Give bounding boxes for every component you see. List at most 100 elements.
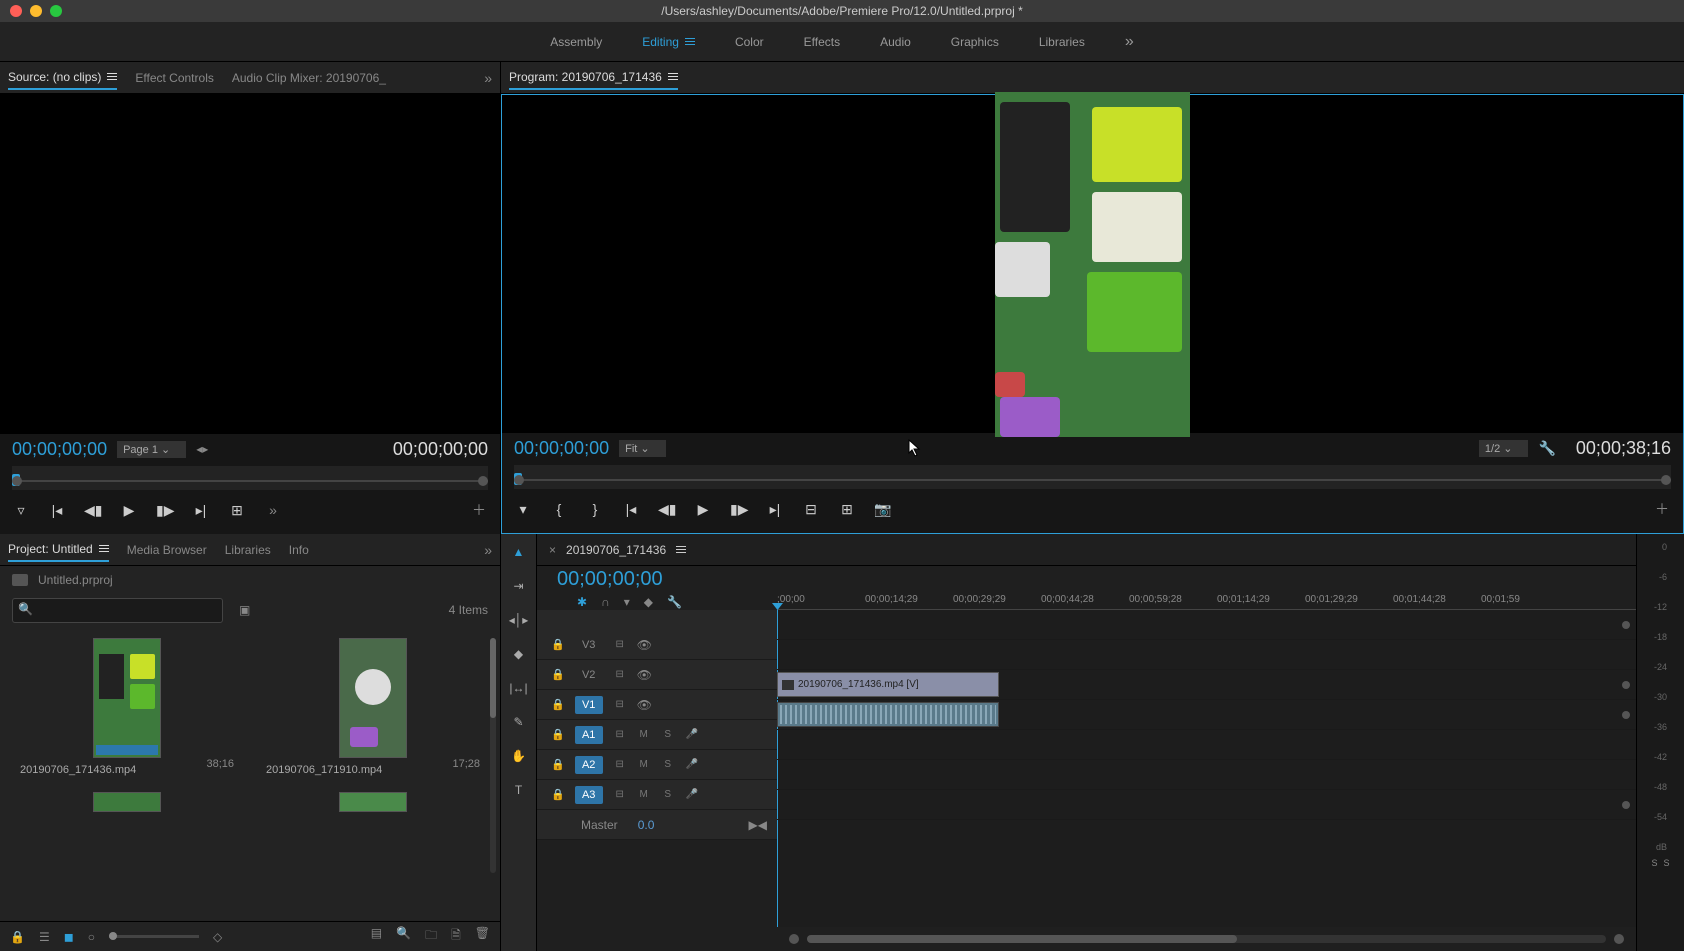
marker-icon[interactable]: ▾	[624, 595, 630, 609]
mute-icon[interactable]: M	[637, 729, 651, 740]
clip-thumbnail[interactable]: 20190706_171910.mp4 17;28	[258, 638, 488, 776]
timeline-clips-area[interactable]: 20190706_171436.mp4 [V]	[777, 610, 1636, 927]
solo-icon[interactable]: S	[661, 729, 675, 740]
snap-icon[interactable]: ✱	[577, 595, 587, 609]
track-expand-icon[interactable]	[1622, 801, 1630, 809]
program-out-timecode[interactable]: 00;00;38;16	[1576, 438, 1671, 459]
workspace-graphics[interactable]: Graphics	[951, 35, 999, 49]
sync-lock-icon[interactable]: ⊟	[613, 729, 627, 740]
workspace-editing[interactable]: Editing	[642, 35, 695, 49]
settings-icon[interactable]: 🔧	[667, 595, 682, 609]
add-marker-icon[interactable]: ◆	[644, 595, 653, 609]
panel-overflow-icon[interactable]: »	[484, 70, 492, 86]
source-zoom-select[interactable]: Page 1 ⌄	[117, 441, 186, 458]
audio-meters[interactable]: 0 -6 -12 -18 -24 -30 -36 -42 -48 -54 dB …	[1636, 534, 1684, 951]
sync-lock-icon[interactable]: ⊟	[613, 639, 627, 650]
track-name[interactable]: A2	[575, 756, 603, 774]
hand-tool-icon[interactable]: ✋	[509, 746, 529, 766]
output-icon[interactable]: ▶◀	[749, 818, 777, 832]
new-bin-icon[interactable]: 🗀	[425, 926, 437, 947]
step-back-icon[interactable]: ◀▮	[658, 501, 676, 518]
add-control-icon[interactable]: ＋	[1653, 499, 1671, 519]
clip-thumbnail[interactable]: 20190706_171436.mp4 38;16	[12, 638, 242, 776]
lock-icon[interactable]: 🔒	[551, 728, 565, 741]
track-a1-row[interactable]	[777, 700, 1636, 730]
solo-icon[interactable]: S	[661, 759, 675, 770]
icon-view-icon[interactable]: ◼	[64, 930, 74, 944]
workspace-effects[interactable]: Effects	[804, 35, 840, 49]
track-header-v1[interactable]: 🔒 V1 ⊟ 👁	[537, 690, 777, 720]
track-header-master[interactable]: Master 0.0 ▶◀	[537, 810, 777, 840]
tab-media-browser[interactable]: Media Browser	[127, 543, 207, 557]
track-name[interactable]: A3	[575, 786, 603, 804]
panel-overflow-icon[interactable]: »	[484, 542, 492, 558]
video-clip[interactable]: 20190706_171436.mp4 [V]	[777, 672, 999, 697]
track-name[interactable]: V2	[575, 666, 603, 684]
step-back-icon[interactable]: ◀▮	[84, 502, 102, 519]
track-expand-icon[interactable]	[1622, 711, 1630, 719]
list-view-icon[interactable]: ☰	[39, 930, 50, 944]
timeline-ruler[interactable]: ;00;00 00;00;14;29 00;00;29;29 00;00;44;…	[777, 590, 1636, 610]
tab-project[interactable]: Project: Untitled	[8, 542, 109, 562]
scroll-end-left[interactable]	[789, 934, 799, 944]
program-fit-select[interactable]: Fit ⌄	[619, 440, 666, 457]
ripple-edit-tool-icon[interactable]: ◂│▸	[509, 610, 529, 630]
selection-tool-icon[interactable]: ▲	[509, 542, 529, 562]
tab-libraries[interactable]: Libraries	[225, 543, 271, 557]
track-v1-row[interactable]: 20190706_171436.mp4 [V]	[777, 670, 1636, 700]
lock-icon[interactable]: 🔒	[551, 788, 565, 801]
track-v3-row[interactable]	[777, 610, 1636, 640]
scroll-track[interactable]	[807, 935, 1606, 943]
master-db[interactable]: 0.0	[638, 818, 655, 832]
sync-lock-icon[interactable]: ⊟	[613, 699, 627, 710]
controls-overflow-icon[interactable]: »	[264, 502, 282, 518]
project-search-input[interactable]	[12, 598, 223, 623]
slip-tool-icon[interactable]: |↔|	[509, 678, 529, 698]
minimize-window-button[interactable]	[30, 5, 42, 17]
program-resolution-select[interactable]: 1/2 ⌄	[1479, 440, 1529, 457]
eye-icon[interactable]: 👁	[637, 698, 652, 712]
sort-icon[interactable]: ◇	[213, 930, 222, 944]
step-forward-icon[interactable]: ▮▶	[156, 502, 174, 519]
track-header-a3[interactable]: 🔒 A3 ⊟ M S 🎤	[537, 780, 777, 810]
lock-icon[interactable]: 🔒	[10, 930, 25, 944]
solo-icon[interactable]: S	[661, 789, 675, 800]
new-item-icon[interactable]: 🗎	[451, 926, 461, 947]
mark-out-icon[interactable]: }	[586, 501, 604, 517]
hamburger-icon[interactable]	[668, 73, 678, 80]
project-scrollbar[interactable]	[490, 638, 496, 873]
thumbnail-size-slider[interactable]	[109, 935, 199, 938]
insert-icon[interactable]: ⊞	[228, 502, 246, 519]
close-window-button[interactable]	[10, 5, 22, 17]
sequence-name[interactable]: 20190706_171436	[566, 543, 666, 557]
workspace-color[interactable]: Color	[735, 35, 764, 49]
hamburger-icon[interactable]	[99, 545, 109, 552]
lock-icon[interactable]: 🔒	[551, 758, 565, 771]
track-expand-icon[interactable]	[1622, 621, 1630, 629]
lock-icon[interactable]: 🔒	[551, 638, 565, 651]
find-icon[interactable]: 🔍	[396, 926, 411, 947]
scroll-handle[interactable]	[807, 935, 1237, 943]
track-master-row[interactable]	[777, 790, 1636, 820]
go-to-in-icon[interactable]: |◂	[48, 502, 66, 519]
add-control-icon[interactable]: ＋	[470, 500, 488, 520]
voice-over-icon[interactable]: 🎤	[685, 759, 699, 770]
audio-clip[interactable]	[777, 702, 999, 727]
voice-over-icon[interactable]: 🎤	[685, 789, 699, 800]
marker-icon[interactable]: ▾	[514, 501, 532, 518]
extract-icon[interactable]: ⊞	[838, 501, 856, 518]
eye-icon[interactable]: 👁	[637, 638, 652, 652]
tab-source[interactable]: Source: (no clips)	[8, 70, 117, 90]
tab-program[interactable]: Program: 20190706_171436	[509, 70, 678, 90]
export-frame-icon[interactable]: 📷	[874, 501, 892, 518]
mute-icon[interactable]: M	[637, 759, 651, 770]
lock-icon[interactable]: 🔒	[551, 668, 565, 681]
workspace-libraries[interactable]: Libraries	[1039, 35, 1085, 49]
lift-icon[interactable]: ⊟	[802, 501, 820, 518]
go-to-out-icon[interactable]: ▸|	[192, 502, 210, 519]
tab-effect-controls[interactable]: Effect Controls	[135, 71, 213, 85]
workspace-overflow-icon[interactable]: »	[1125, 33, 1134, 51]
timeline-timecode[interactable]: 00;00;00;00	[557, 568, 777, 591]
source-scrubber[interactable]	[12, 466, 488, 490]
source-in-timecode[interactable]: 00;00;00;00	[12, 439, 107, 460]
